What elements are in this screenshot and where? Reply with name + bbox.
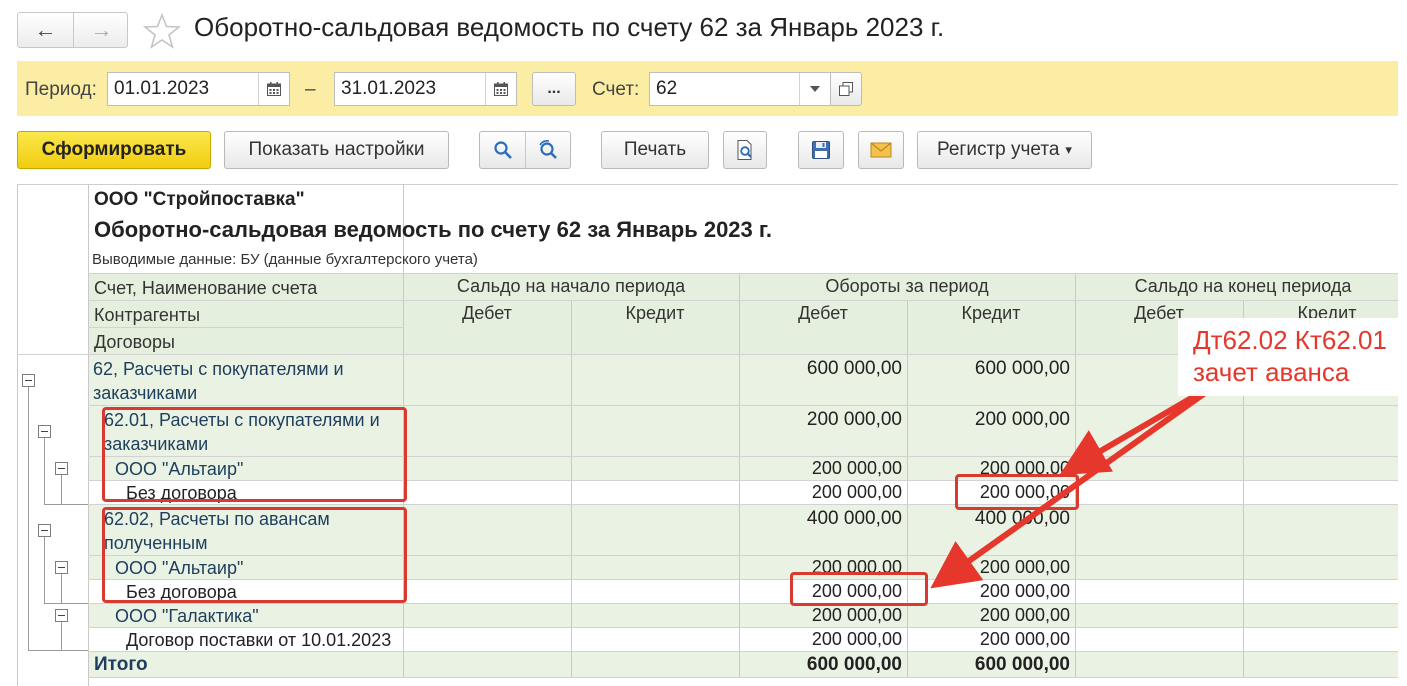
callout-note: зачет аванса [1193, 357, 1350, 387]
callout-entry: Дт62.02 Кт62.01 [1193, 325, 1387, 355]
